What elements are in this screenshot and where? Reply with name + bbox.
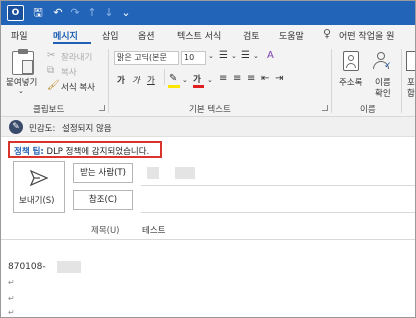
send-button[interactable]: 보내기(S): [13, 161, 65, 213]
active-tab-underline: [53, 42, 91, 44]
font-color-swatch: [193, 85, 204, 88]
basic-text-group-label: 기본 텍스트: [189, 105, 231, 115]
bold-button[interactable]: 가: [117, 74, 125, 86]
decrease-indent-icon[interactable]: ⇤: [261, 73, 269, 84]
cut-button[interactable]: 잘라내기: [61, 51, 92, 63]
subject-label: 제목(U): [91, 226, 120, 236]
bullets-icon[interactable]: ☰: [219, 50, 228, 61]
save-icon[interactable]: 🖫: [31, 5, 45, 20]
subject-divider: [1, 239, 415, 240]
check-names-icon[interactable]: ✓: [372, 51, 392, 71]
highlight-dropdown-icon[interactable]: ⌄: [182, 76, 188, 84]
to-field-underline: [141, 185, 415, 186]
group-separator: [401, 49, 402, 113]
align-center-icon[interactable]: ≡: [233, 73, 241, 84]
paragraph-mark: ↵: [8, 308, 15, 317]
to-recipient-redacted: [147, 167, 159, 179]
divider: [164, 69, 165, 85]
outlook-compose-window: O 🖫 ↶ ↷ ↑ ↓ ⌄ 파일 메시지 삽입 옵션 텍스트 서식 검토 도움말…: [0, 0, 416, 318]
copy-button[interactable]: 복사: [61, 66, 77, 78]
tab-insert[interactable]: 삽입: [102, 29, 119, 42]
policy-tip-message: DLP 정책에 감지되었습니다.: [46, 147, 150, 157]
clear-formatting-icon[interactable]: A: [267, 50, 274, 61]
send-label: 보내기(S): [19, 196, 55, 206]
ribbon: 붙여넣기 ⌄ ✂ 잘라내기 ⧉ 복사 🖌 서식 복사 클립보드 맑은 고딕(본문…: [1, 45, 415, 117]
include-icon[interactable]: [406, 51, 415, 71]
paragraph-mark: ↵: [8, 294, 15, 303]
sensitivity-bar: ✎ 민감도: 설정되지 않음: [1, 117, 415, 137]
tab-options[interactable]: 옵션: [138, 29, 155, 42]
paste-dropdown-icon[interactable]: ⌄: [18, 87, 24, 95]
align-right-icon[interactable]: ≡: [247, 73, 255, 84]
body-redacted-text: [57, 261, 81, 273]
increase-indent-icon[interactable]: ⇥: [275, 73, 283, 84]
font-size-dropdown-icon[interactable]: ⌄: [208, 52, 214, 60]
highlight-icon[interactable]: ✎: [169, 73, 177, 84]
tab-help[interactable]: 도움말: [279, 29, 304, 42]
highlight-color-swatch: [168, 85, 180, 88]
outlook-logo-icon: O: [7, 5, 24, 21]
clipboard-group-label: 클립보드: [33, 105, 65, 115]
font-name-combo[interactable]: 맑은 고딕(본문: [114, 51, 179, 65]
sensitivity-label: 민감도:: [29, 124, 56, 134]
font-size-value: 10: [184, 53, 195, 62]
tab-format-text[interactable]: 텍스트 서식: [177, 29, 221, 42]
copy-icon: ⧉: [47, 65, 55, 76]
policy-tip-text: 정책 팁: DLP 정책에 감지되었습니다.: [14, 145, 149, 157]
title-bar: O 🖫 ↶ ↷ ↑ ↓ ⌄: [1, 1, 415, 25]
group-separator: [108, 49, 109, 113]
clipboard-dialog-launcher-icon[interactable]: [99, 105, 105, 111]
align-left-icon[interactable]: ≡: [219, 73, 227, 84]
to-button[interactable]: 받는 사람(T): [73, 163, 133, 183]
format-painter-icon: 🖌: [47, 80, 60, 91]
cc-button[interactable]: 참조(C): [73, 190, 133, 210]
address-book-button[interactable]: 주소록: [339, 76, 362, 88]
subject-input[interactable]: 테스트: [142, 224, 165, 236]
underline-button[interactable]: 가: [147, 74, 155, 86]
paragraph-mark: ↵: [8, 278, 15, 287]
tab-file[interactable]: 파일: [11, 29, 28, 42]
body-text-line[interactable]: 870108-: [8, 262, 46, 272]
cut-icon: ✂: [47, 50, 56, 61]
font-name-value: 맑은 고딕(본문: [117, 53, 167, 62]
bullets-dropdown-icon[interactable]: ⌄: [231, 52, 237, 60]
include-partial-label-2: 함: [407, 89, 415, 99]
undo-icon[interactable]: ↶: [51, 5, 65, 20]
to-recipient-redacted: [175, 167, 195, 179]
basic-text-dialog-launcher-icon[interactable]: [322, 105, 328, 111]
font-size-combo[interactable]: 10: [181, 51, 206, 65]
numbering-dropdown-icon[interactable]: ⌄: [253, 52, 259, 60]
customize-toolbar-icon[interactable]: ⌄: [119, 5, 133, 20]
tab-review[interactable]: 검토: [243, 29, 260, 42]
check-names-button-line2[interactable]: 확인: [375, 87, 391, 99]
font-color-button[interactable]: 가: [193, 73, 201, 85]
font-color-dropdown-icon[interactable]: ⌄: [207, 76, 213, 84]
lightbulb-icon: ♀: [323, 27, 332, 40]
paste-icon[interactable]: [12, 49, 34, 75]
policy-tip-banner: 정책 팁: DLP 정책에 감지되었습니다.: [8, 141, 162, 158]
format-painter-button[interactable]: 서식 복사: [61, 81, 95, 93]
cc-field-underline: [141, 212, 415, 213]
sensitivity-value[interactable]: 설정되지 않음: [62, 122, 112, 134]
sensitivity-icon[interactable]: ✎: [9, 120, 23, 134]
address-book-icon[interactable]: [343, 51, 359, 71]
names-group-label: 이름: [360, 105, 376, 115]
group-separator: [331, 49, 332, 113]
send-icon: [30, 170, 48, 186]
previous-item-icon[interactable]: ↑: [85, 5, 99, 20]
tab-message[interactable]: 메시지: [53, 29, 78, 42]
italic-button[interactable]: 가: [132, 74, 140, 86]
redo-icon[interactable]: ↷: [68, 5, 82, 20]
next-item-icon[interactable]: ↓: [102, 5, 116, 20]
numbering-icon[interactable]: ☰: [241, 50, 250, 61]
policy-tip-label: 정책 팁:: [14, 147, 44, 157]
tell-me-search[interactable]: 어떤 작업을 원: [339, 29, 394, 42]
